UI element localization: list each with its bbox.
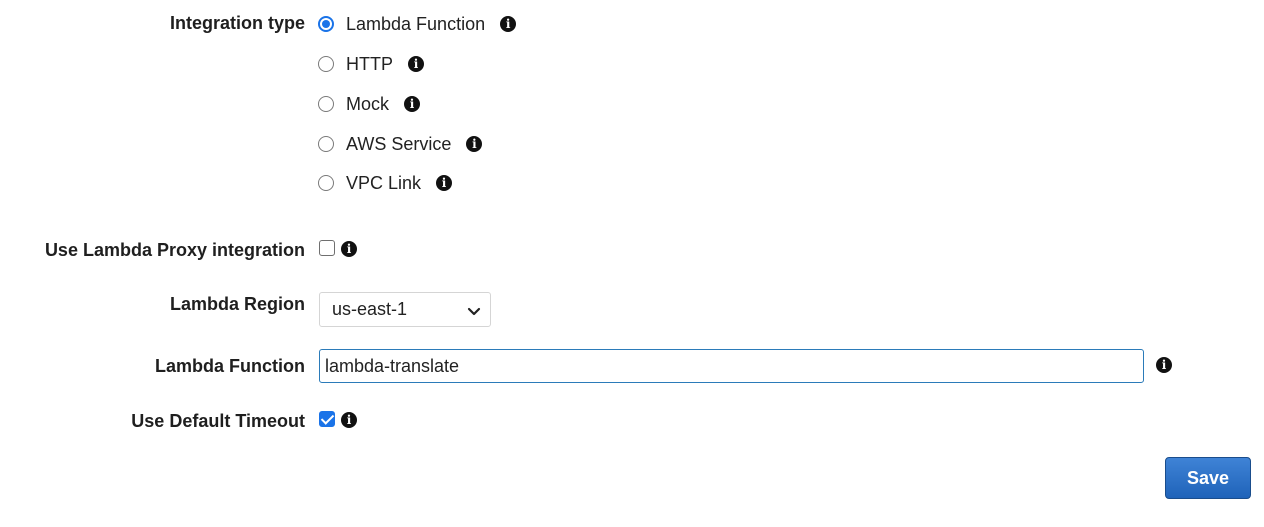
lambda-proxy-label: Use Lambda Proxy integration [44, 240, 305, 260]
lambda-function-label: Lambda Function [155, 356, 305, 376]
info-icon[interactable]: i [404, 96, 421, 112]
radio-option-label: AWS Service [346, 133, 452, 154]
radio-button[interactable] [318, 96, 334, 112]
lambda-region-value: us-east-1 [332, 299, 408, 319]
default-timeout-checkbox[interactable] [319, 411, 335, 427]
radio-option-label: Lambda Function [346, 13, 486, 34]
radio-option-lambda-function[interactable]: Lambda Function i [318, 12, 517, 36]
radio-button[interactable] [318, 56, 334, 72]
lambda-region-select[interactable]: us-east-1 [319, 292, 491, 327]
radio-button[interactable] [318, 175, 334, 191]
lambda-region-label: Lambda Region [169, 294, 305, 314]
lambda-function-input[interactable] [319, 349, 1144, 383]
default-timeout-label: Use Default Timeout [131, 411, 305, 431]
info-icon[interactable]: i [341, 412, 357, 428]
info-icon[interactable]: i [408, 56, 424, 72]
radio-option-mock[interactable]: Mock i [318, 92, 421, 116]
radio-option-label: VPC Link [346, 172, 422, 193]
info-icon[interactable]: i [1156, 357, 1172, 373]
info-icon[interactable]: i [436, 175, 453, 191]
info-icon[interactable]: i [500, 16, 517, 32]
chevron-down-icon [467, 304, 481, 322]
info-icon[interactable]: i [466, 136, 483, 152]
radio-option-label: Mock [346, 93, 390, 114]
radio-option-label: HTTP [346, 53, 393, 74]
info-icon[interactable]: i [341, 241, 357, 257]
radio-option-aws-service[interactable]: AWS Service i [318, 132, 483, 156]
integration-request-form: Integration type Lambda Function i HTTP … [0, 0, 1264, 527]
radio-option-vpc-link[interactable]: VPC Link i [318, 171, 453, 195]
radio-button[interactable] [318, 136, 334, 152]
lambda-proxy-checkbox[interactable] [319, 240, 335, 256]
radio-option-http[interactable]: HTTP i [318, 52, 424, 76]
radio-button[interactable] [318, 16, 334, 32]
save-button[interactable]: Save [1165, 457, 1251, 499]
integration-type-label: Integration type [169, 13, 305, 33]
